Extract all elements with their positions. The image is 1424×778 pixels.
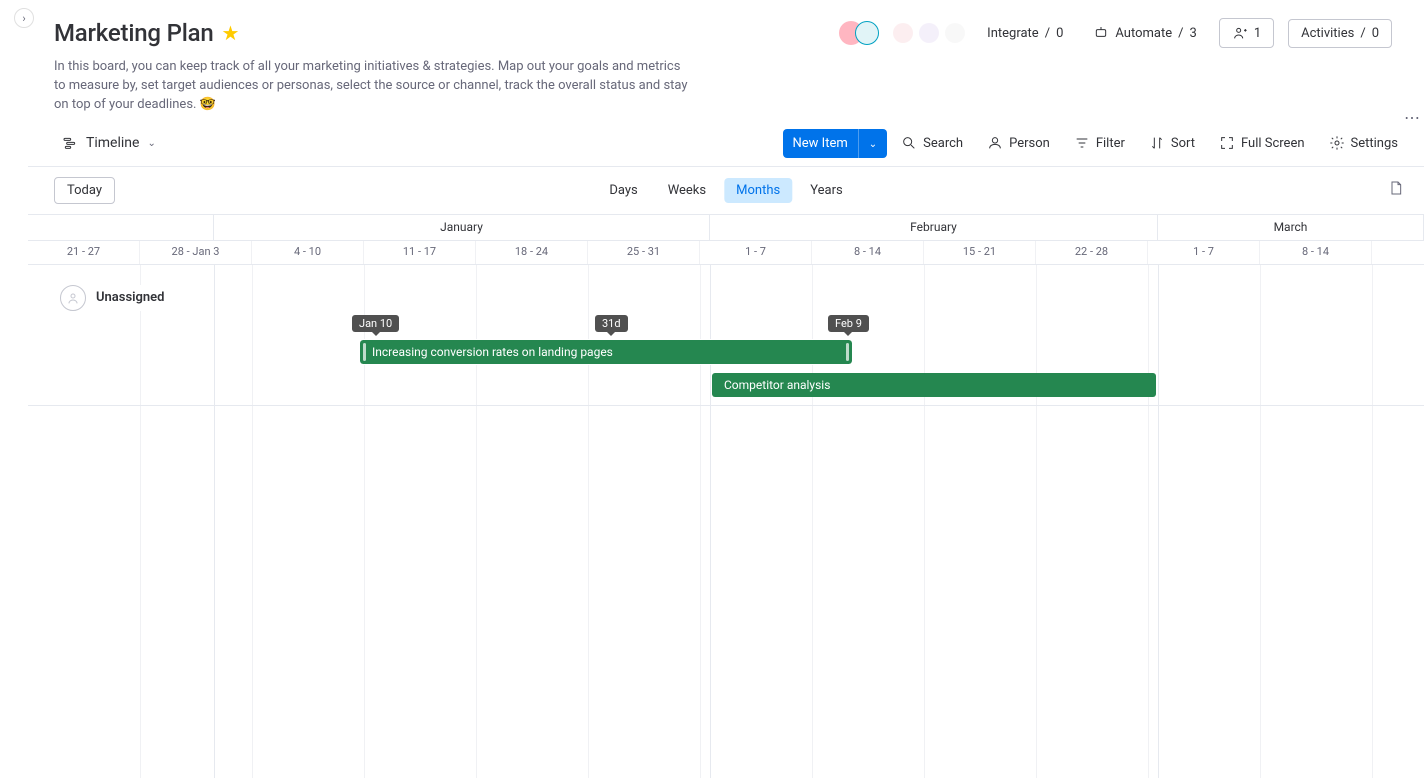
scale-years[interactable]: Years	[798, 178, 854, 203]
end-date-tooltip: Feb 9	[828, 315, 869, 332]
sort-button[interactable]: Sort	[1139, 129, 1205, 157]
person-icon	[987, 135, 1003, 151]
task-label: Increasing conversion rates on landing p…	[372, 345, 613, 359]
today-button[interactable]: Today	[54, 177, 115, 204]
start-date-tooltip: Jan 10	[352, 315, 399, 332]
chevron-right-icon: ›	[22, 12, 25, 25]
favorite-star-icon[interactable]: ★	[222, 21, 240, 45]
sidebar-expand-button[interactable]: ›	[14, 8, 34, 28]
automate-label: Automate	[1115, 26, 1172, 41]
task-bar[interactable]: Competitor analysis	[712, 373, 1156, 397]
automate-count: 3	[1190, 26, 1197, 41]
week-header: 11 - 17	[364, 241, 476, 264]
more-options-button[interactable]: ⋯	[1404, 108, 1420, 127]
search-button[interactable]: Search	[891, 129, 973, 157]
week-header: 8 - 14	[1260, 241, 1372, 264]
file-icon	[1388, 180, 1404, 196]
chevron-down-icon: ⌄	[147, 138, 155, 149]
timeline-area[interactable]: JanuaryFebruaryMarch 21 - 2728 - Jan 34 …	[28, 215, 1424, 778]
month-header: March	[1158, 215, 1424, 240]
member-avatar-more[interactable]	[855, 21, 879, 45]
new-item-dropdown[interactable]: ⌄	[858, 129, 887, 158]
resize-handle-left[interactable]	[363, 343, 366, 361]
week-header: 18 - 24	[476, 241, 588, 264]
person-add-icon	[1232, 25, 1248, 41]
filter-button[interactable]: Filter	[1064, 129, 1135, 157]
sort-icon	[1149, 135, 1165, 151]
activities-count: 0	[1372, 26, 1379, 41]
fullscreen-button[interactable]: Full Screen	[1209, 129, 1315, 157]
month-header	[28, 215, 214, 240]
week-header: 1 - 7	[700, 241, 812, 264]
week-header: 21 - 27	[28, 241, 140, 264]
view-switcher[interactable]: Timeline ⌄	[54, 131, 164, 155]
week-header: 1 - 7	[1148, 241, 1260, 264]
week-header: 8 - 14	[812, 241, 924, 264]
scale-weeks[interactable]: Weeks	[656, 178, 718, 203]
invite-count: 1	[1254, 26, 1261, 41]
activities-label: Activities	[1301, 26, 1354, 41]
view-label: Timeline	[86, 135, 139, 151]
timeline-icon	[62, 135, 78, 151]
week-header: 15 - 21	[924, 241, 1036, 264]
resize-handle-right[interactable]	[846, 343, 849, 361]
person-button[interactable]: Person	[977, 129, 1060, 157]
automate-button[interactable]: Automate / 3	[1085, 19, 1204, 47]
integrate-label: Integrate	[987, 26, 1039, 41]
invite-button[interactable]: 1	[1219, 18, 1274, 48]
month-header: February	[710, 215, 1158, 240]
chevron-down-icon: ⌄	[869, 139, 877, 150]
month-header: January	[214, 215, 710, 240]
integration-icons	[893, 23, 965, 43]
unassigned-avatar	[60, 285, 86, 311]
week-header: 28 - Jan 3	[140, 241, 252, 264]
week-header: 25 - 31	[588, 241, 700, 264]
integrate-button[interactable]: Integrate / 0	[979, 20, 1071, 47]
week-header: 4 - 10	[252, 241, 364, 264]
week-header: 22 - 28	[1036, 241, 1148, 264]
search-icon	[901, 135, 917, 151]
filter-icon	[1074, 135, 1090, 151]
fullscreen-icon	[1219, 135, 1235, 151]
board-description: In this board, you can keep track of all…	[54, 58, 694, 115]
integrate-count: 0	[1056, 26, 1063, 41]
gear-icon	[1329, 135, 1345, 151]
task-bar[interactable]: Increasing conversion rates on landing p…	[360, 340, 852, 364]
task-label: Competitor analysis	[724, 378, 830, 392]
scale-months[interactable]: Months	[724, 178, 792, 203]
new-item-button[interactable]: New Item	[783, 129, 858, 158]
activities-button[interactable]: Activities / 0	[1288, 19, 1392, 48]
duration-tooltip: 31d	[595, 315, 628, 332]
robot-icon	[1093, 25, 1109, 41]
page-title: Marketing Plan	[54, 19, 214, 47]
group-label: Unassigned	[96, 290, 165, 305]
scale-days[interactable]: Days	[597, 178, 649, 203]
export-button[interactable]	[1388, 180, 1404, 200]
settings-button[interactable]: Settings	[1319, 129, 1408, 157]
person-outline-icon	[65, 290, 81, 306]
